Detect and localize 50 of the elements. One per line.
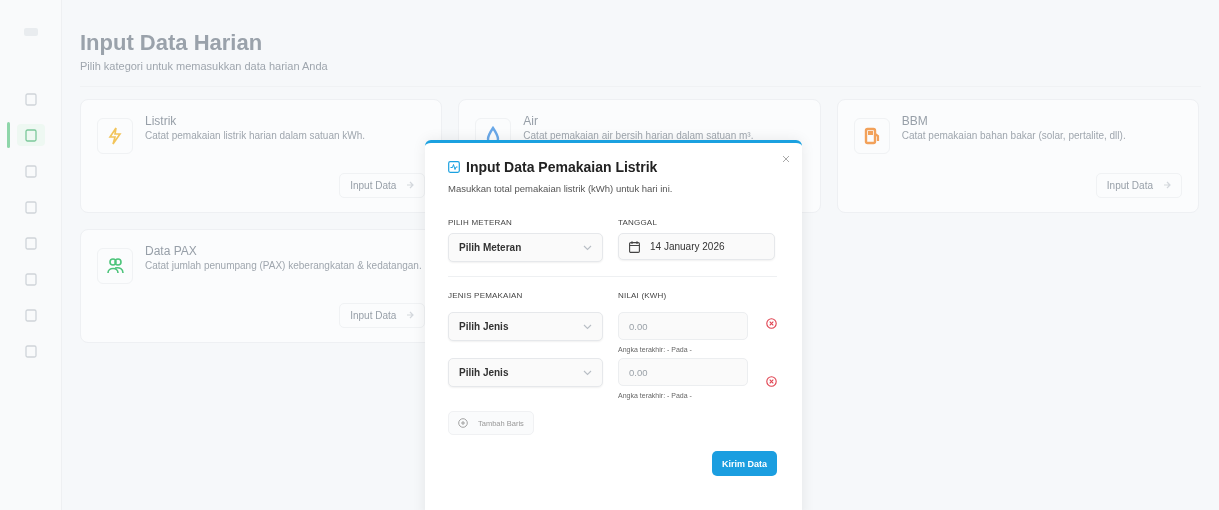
calendar-icon — [629, 240, 640, 253]
activity-icon — [448, 161, 460, 173]
category-name: Air — [523, 114, 539, 128]
arrow-icon — [406, 180, 415, 190]
page-icon — [24, 344, 37, 358]
page-subtitle: Pilih kategori untuk memasukkan data harian Anda — [80, 60, 329, 72]
page-icon — [24, 236, 37, 250]
field-label: TANGGAL — [618, 218, 659, 227]
page-icon — [24, 92, 37, 106]
modal-description: Masukkan total pemakaian listrik (kWh) untuk hari ini. — [448, 183, 674, 194]
category-description: Catat pemakaian bahan bakar (solar, pertalite, dll). — [901, 130, 1126, 141]
chevron-down-icon — [583, 369, 592, 376]
date-value: 14 January 2026 — [650, 241, 725, 252]
category-name: Data PAX — [145, 244, 198, 258]
category-description: Catat pemakaian listrik harian dalam satuan kWh. — [145, 130, 366, 141]
category-name: Listrik — [145, 114, 178, 128]
arrow-icon — [1163, 180, 1171, 190]
close-icon — [782, 155, 790, 163]
column-label: NILAI (KWH) — [618, 291, 668, 300]
page-icon — [24, 128, 37, 142]
input-data-button[interactable]: Input Data — [1095, 173, 1182, 198]
date-field[interactable]: 14 January 2026 — [618, 233, 775, 260]
input-data-button[interactable]: Input Data — [339, 303, 426, 328]
close-button[interactable] — [780, 153, 792, 165]
remove-icon — [766, 376, 777, 387]
remove-icon — [766, 318, 777, 329]
input-data-button[interactable]: Input Data — [339, 173, 426, 198]
value-input[interactable]: 0.00 — [618, 312, 748, 340]
page-icon — [24, 200, 37, 214]
submit-button[interactable]: Kirim Data — [712, 451, 777, 476]
page-icon — [24, 164, 37, 178]
modal-title: Input Data Pemakaian Listrik — [466, 159, 658, 175]
remove-row-button[interactable] — [766, 318, 777, 329]
remove-row-button[interactable] — [766, 376, 777, 387]
chevron-down-icon — [583, 244, 592, 251]
usage-type-select[interactable]: Pilih Jenis — [448, 358, 603, 387]
category-description: Catat jumlah penumpang (PAX) keberangkatan & kedatangan. — [145, 260, 422, 271]
value-input[interactable]: 0.00 — [618, 358, 748, 386]
category-description: Catat pemakaian air bersih harian dalam satuan m³. — [523, 130, 754, 141]
column-label: JENIS PEMAKAIAN — [448, 291, 524, 300]
plus-circle-icon — [458, 418, 468, 428]
usage-type-select[interactable]: Pilih Jenis — [448, 312, 603, 341]
page-icon — [24, 308, 37, 322]
field-label: PILIH METERAN — [448, 218, 513, 227]
arrow-icon — [406, 310, 415, 320]
page-title: Input Data Harian — [80, 30, 264, 56]
category-name: BBM — [901, 114, 929, 128]
chevron-down-icon — [583, 323, 592, 330]
page-icon — [24, 272, 37, 286]
meter-select[interactable]: Pilih Meteran — [448, 233, 603, 262]
